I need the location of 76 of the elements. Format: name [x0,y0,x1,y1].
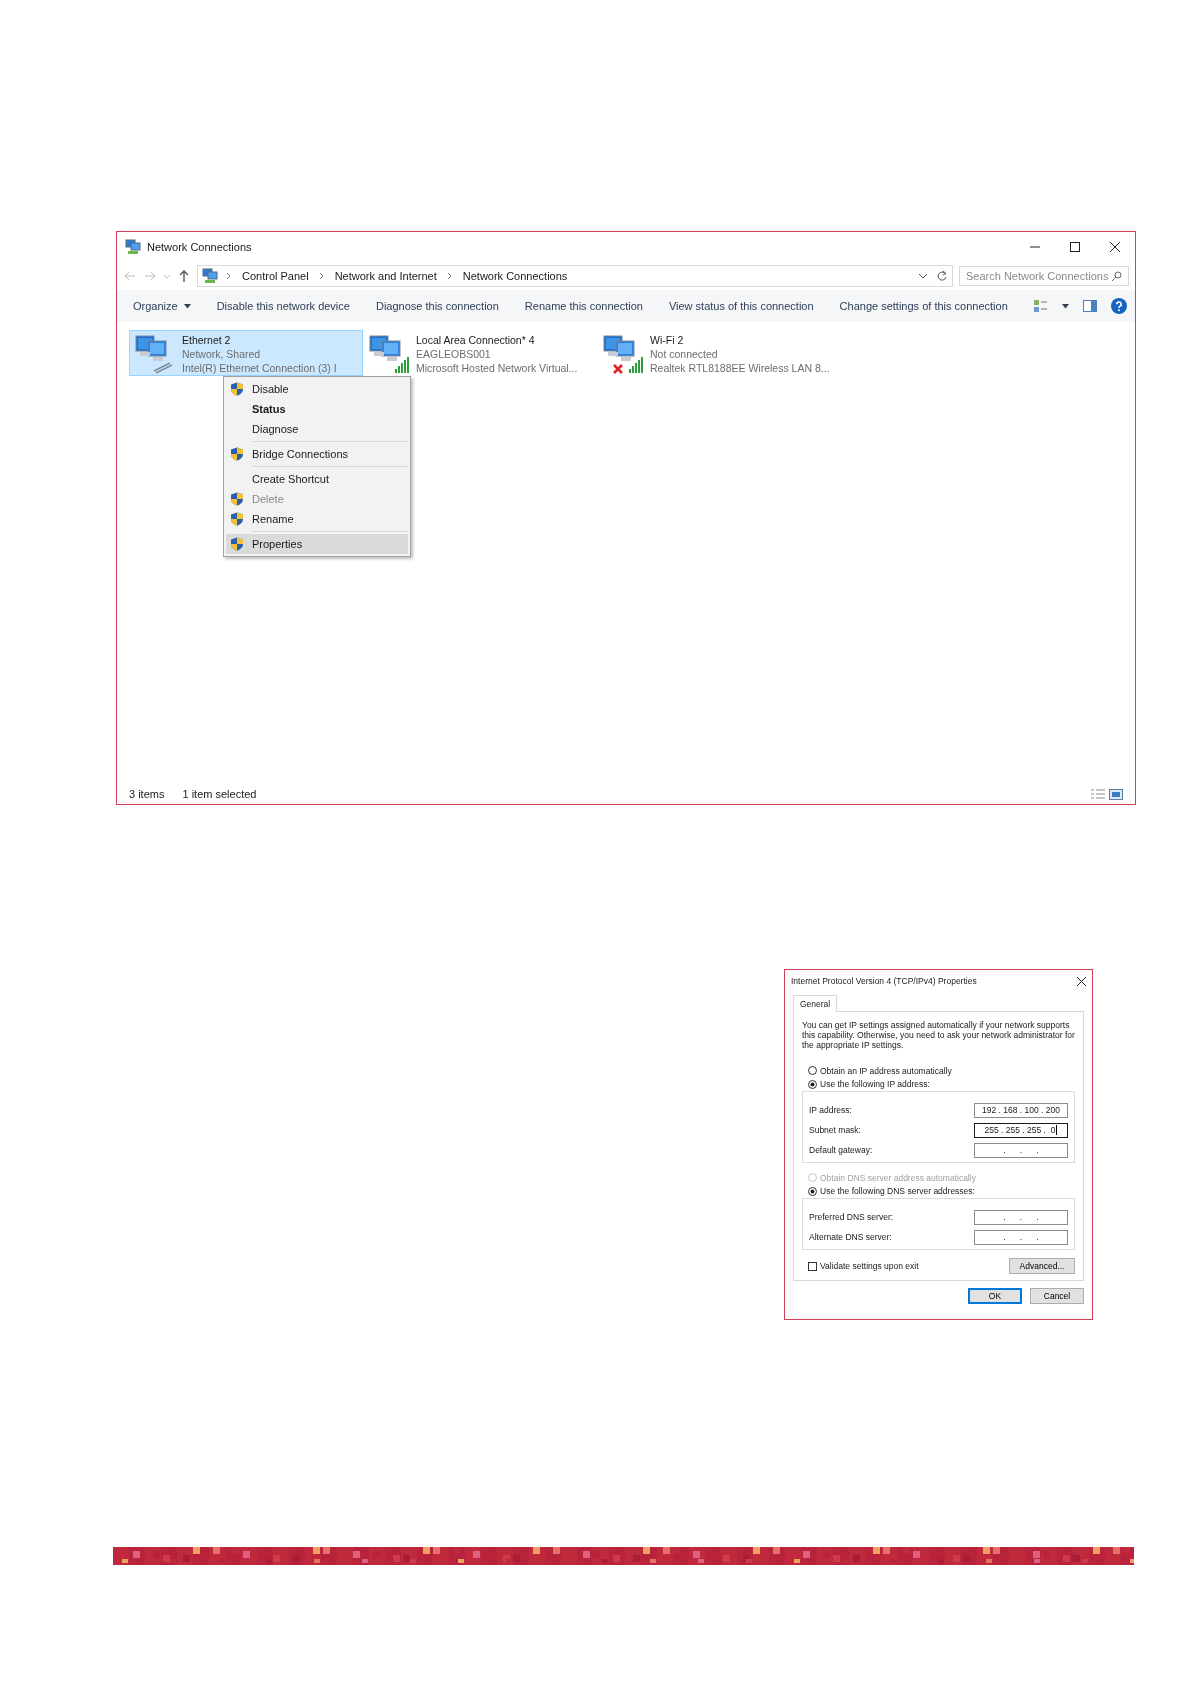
dropdown-caret-icon [183,303,191,309]
selection-count: 1 item selected [182,788,257,800]
toolbar-button[interactable]: Disable this network device [216,300,363,312]
radio-option[interactable]: Obtain an IP address automatically [802,1064,1075,1078]
field-label: Subnet mask: [809,1125,861,1135]
close-icon[interactable] [1077,976,1086,986]
menu-item[interactable]: Bridge Connections [226,444,408,464]
field-label: Preferred DNS server: [809,1212,894,1222]
close-icon[interactable] [1110,242,1120,252]
ip-address-field[interactable]: . . . [974,1142,1068,1158]
network-folder-icon [125,239,141,255]
text-cursor [1056,1125,1058,1135]
connection-name: Local Area Connection* 4 [416,333,536,347]
item-count: 3 items [129,788,165,800]
field-label: Alternate DNS server: [809,1232,892,1242]
ip-address-field[interactable]: . . . [974,1209,1068,1225]
menu-item[interactable]: Rename [226,509,408,529]
dropdown-caret-icon[interactable] [918,272,928,280]
view-options-icon[interactable] [1034,300,1048,312]
large-icons-view-icon[interactable] [1109,788,1123,800]
dialog-title: Internet Protocol Version 4 (TCP/IPv4) Properties [791,976,977,986]
field-label: Default gateway: [809,1145,873,1155]
cancel-button[interactable]: Cancel [1030,1288,1084,1304]
connection-status: Not connected [650,347,719,361]
radio-button-icon[interactable] [808,1186,817,1196]
tab[interactable]: General [793,995,838,1012]
chevron-icon [226,272,232,280]
menu-item[interactable]: Diagnose [226,419,408,439]
refresh-icon[interactable] [936,270,948,282]
connection-device: Intel(R) Ethernet Connection (3) I [182,361,337,375]
breadcrumb-item[interactable]: Network and Internet [332,270,439,282]
address-bar[interactable]: Control Panel Network and Internet Network Connections [197,265,953,287]
ip-address-field[interactable]: 192 . 168 . 100 . 200 [974,1102,1068,1118]
help-icon[interactable] [1111,298,1127,314]
ip-address-field[interactable]: . . . [974,1229,1068,1245]
up-arrow-icon[interactable] [177,269,191,283]
toolbar-button[interactable]: Rename this connection [524,300,656,312]
menu-item[interactable]: Status [226,399,408,419]
toolbar-button[interactable]: Diagnose this connection [375,300,512,312]
window-title: Network Connections [147,241,253,253]
connection-name: Wi-Fi 2 [650,333,685,347]
toolbar-button[interactable]: View status of this connection [668,300,827,312]
ip-address-field[interactable]: 255 . 255 . 255 . 0 [974,1122,1068,1138]
menu-item[interactable]: Disable [226,379,408,399]
breadcrumb-item[interactable]: Network Connections [460,270,570,282]
connection-name: Ethernet 2 [182,333,232,347]
connection-device: Microsoft Hosted Network Virtual... [416,361,578,375]
connection-status: EAGLEOBS001 [416,347,492,361]
radio-option[interactable]: Use the following DNS server addresses: [802,1184,1075,1198]
radio-option[interactable]: Use the following IP address: [802,1077,1075,1091]
advanced-button[interactable]: Advanced... [1009,1258,1075,1274]
connection-item[interactable]: Wi-Fi 2 Not connected Realtek RTL8188EE Wireless LAN 8... [597,330,831,376]
ok-button[interactable]: OK [968,1288,1022,1304]
search-icon[interactable] [1111,270,1122,282]
menu-item[interactable]: Properties [226,534,408,554]
description-text: You can get IP settings assigned automatically if your network supports this capability. Otherwise, you need to ask your network administrator for the appropriate IP settings. [802,1020,1075,1050]
radio-button-icon[interactable] [808,1079,817,1089]
connection-device: Realtek RTL8188EE Wireless LAN 8... [650,361,830,375]
search-placeholder: Search Network Connections [966,270,1109,282]
chevron-icon [318,272,325,280]
radio-button-icon[interactable] [808,1066,817,1076]
menu-item[interactable]: Create Shortcut [226,469,408,489]
validate-checkbox[interactable]: Validate settings upon exit [802,1261,919,1271]
search-field[interactable]: Search Network Connections [959,266,1129,286]
connection-item[interactable]: Local Area Connection* 4 EAGLEOBS001 Microsoft Hosted Network Virtual... [363,330,597,376]
connection-status: Network, Shared [182,347,262,361]
network-folder-icon [202,268,218,284]
connection-item[interactable]: Ethernet 2 Network, Shared Intel(R) Ethernet Connection (3) I [129,330,363,376]
toolbar-button[interactable]: Organize [133,300,204,312]
maximize-icon[interactable] [1070,242,1080,252]
dropdown-caret-icon[interactable] [1062,303,1069,309]
chevron-icon [446,272,453,280]
toolbar-button[interactable]: Change settings of this connection [839,300,1021,312]
preview-pane-icon[interactable] [1083,300,1097,312]
breadcrumb-item[interactable]: Control Panel [240,270,311,282]
field-label: IP address: [809,1105,852,1115]
